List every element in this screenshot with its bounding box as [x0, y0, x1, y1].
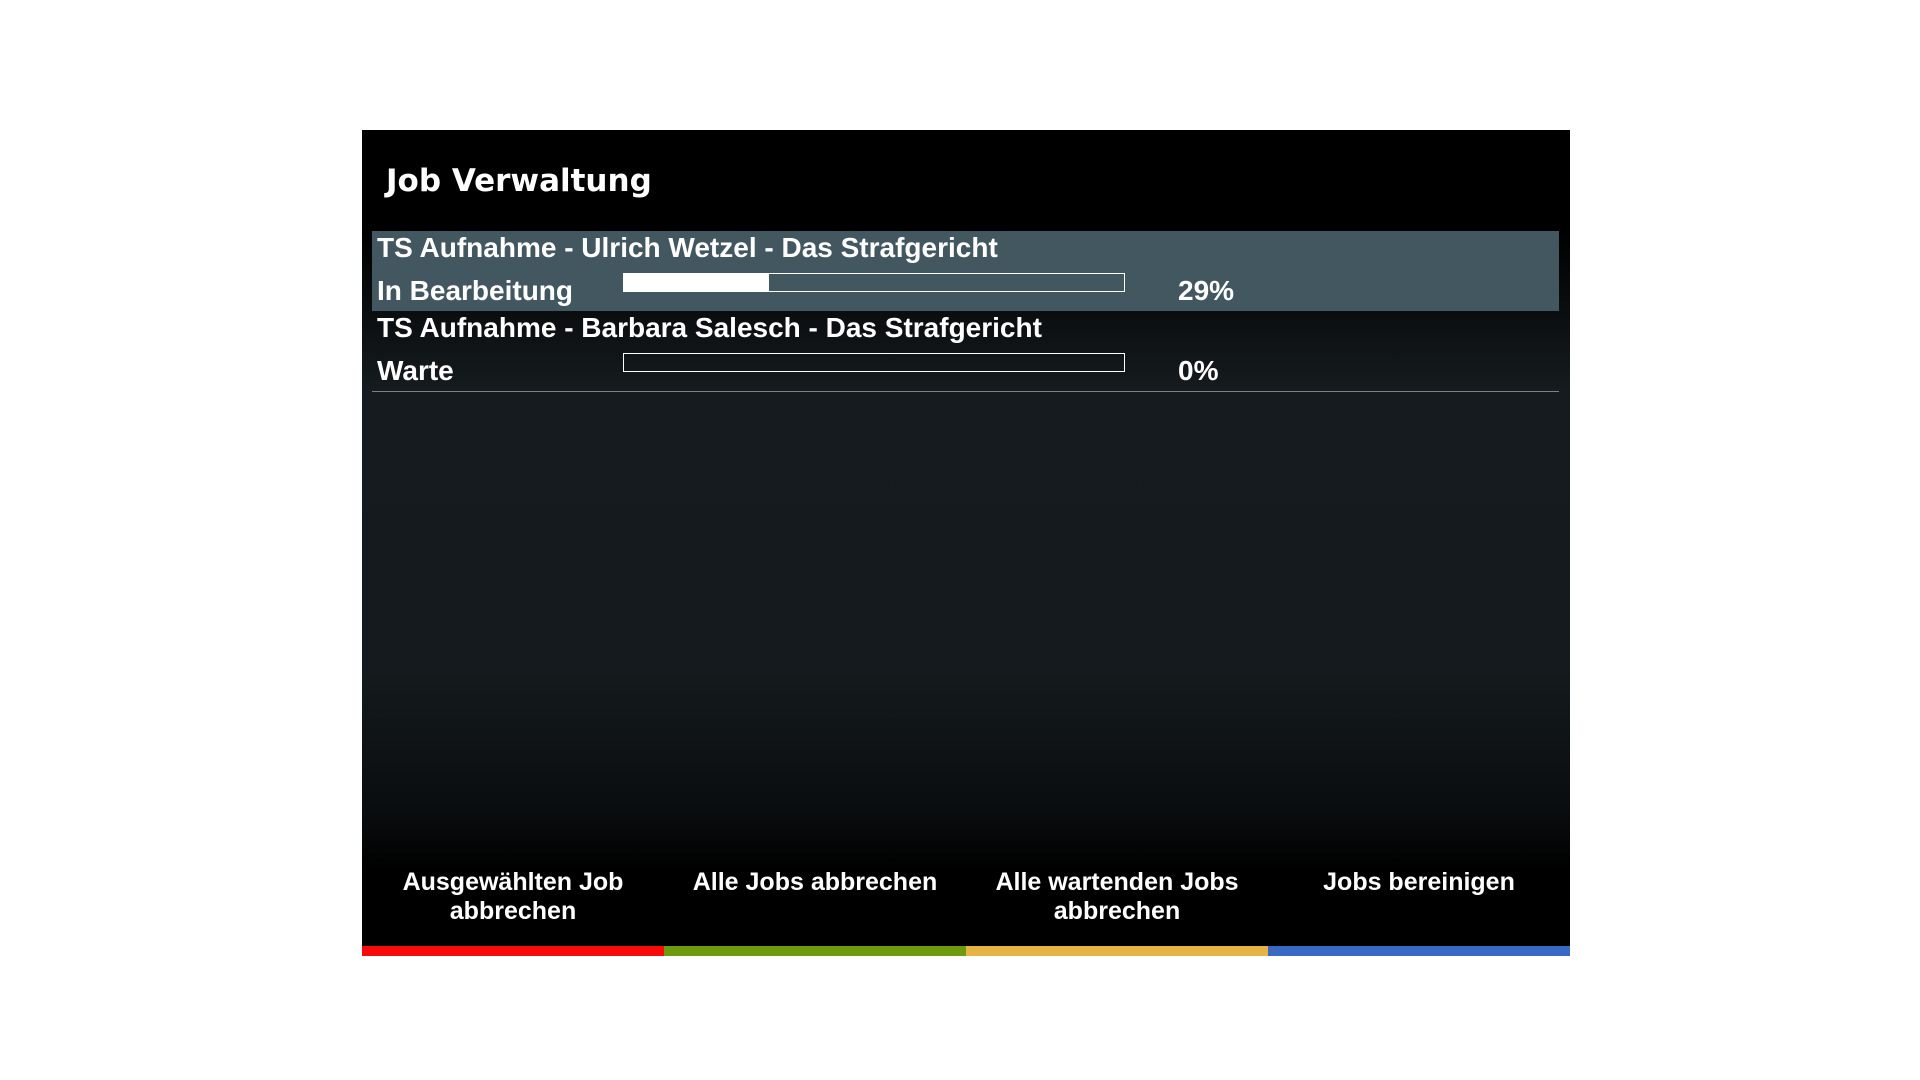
button-label: Jobs bereinigen: [1323, 868, 1515, 896]
progress-percent: 29%: [1178, 275, 1235, 306]
clean-up-jobs-button[interactable]: Jobs bereinigen: [1268, 868, 1570, 956]
job-status: In Bearbeitung: [377, 275, 574, 306]
button-label: Ausgewählten Job abbrechen: [402, 868, 624, 925]
progress-fill: [624, 274, 769, 291]
job-name: TS Aufnahme - Barbara Salesch - Das Stra…: [377, 312, 1042, 343]
job-manager-screen: Job Verwaltung TS Aufnahme - Ulrich Wetz…: [362, 130, 1570, 956]
job-name: TS Aufnahme - Ulrich Wetzel - Das Strafg…: [377, 232, 998, 263]
progress-bar: [623, 353, 1125, 372]
button-label: Alle wartenden Jobs abbrechen: [995, 868, 1239, 925]
job-status: Warte: [377, 355, 454, 386]
progress-bar: [623, 273, 1125, 292]
job-row-1[interactable]: TS Aufnahme - Ulrich Wetzel - Das Strafg…: [372, 231, 1559, 311]
cancel-selected-job-button[interactable]: Ausgewählten Job abbrechen: [362, 868, 664, 956]
cancel-all-jobs-button[interactable]: Alle Jobs abbrechen: [664, 868, 966, 956]
progress-percent: 0%: [1178, 355, 1219, 386]
page-title: Job Verwaltung: [386, 163, 652, 199]
button-bar: Ausgewählten Job abbrechen Alle Jobs abb…: [362, 868, 1570, 956]
cancel-waiting-jobs-button[interactable]: Alle wartenden Jobs abbrechen: [966, 868, 1268, 956]
yellow-color-key: [966, 946, 1268, 956]
job-list: TS Aufnahme - Ulrich Wetzel - Das Strafg…: [372, 231, 1559, 392]
blue-color-key: [1268, 946, 1570, 956]
job-row-2[interactable]: TS Aufnahme - Barbara Salesch - Das Stra…: [372, 311, 1559, 392]
red-color-key: [362, 946, 664, 956]
green-color-key: [664, 946, 966, 956]
button-label: Alle Jobs abbrechen: [692, 868, 938, 896]
